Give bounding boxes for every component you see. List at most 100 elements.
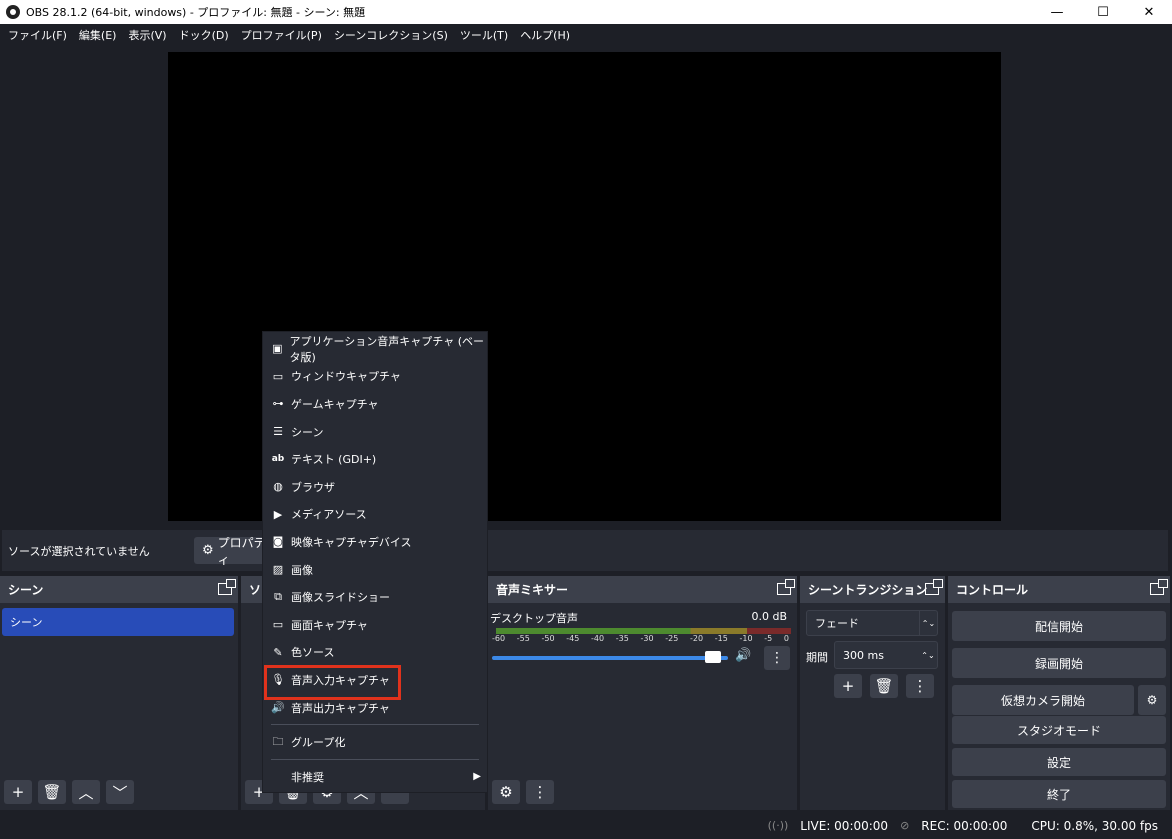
meter-tick: -50 — [541, 634, 555, 643]
duration-spinbox[interactable]: 300 ms ⌃⌄ — [834, 641, 938, 669]
slideshow-icon: ⧉ — [274, 590, 282, 604]
audio-channel-name: デスクトップ音声 — [490, 612, 578, 625]
app-audio-icon: ▣ — [272, 342, 283, 356]
remove-scene-button[interactable]: 🗑 — [38, 780, 66, 804]
minimize-button[interactable]: — — [1034, 0, 1080, 24]
menu-item-label: ゲームキャプチャ — [291, 397, 379, 411]
menu-item-browser[interactable]: ◍ ブラウザ — [263, 473, 487, 501]
mixer-more-button[interactable]: ⋮ — [526, 780, 554, 804]
audio-mixer-header: 音声ミキサー — [488, 576, 797, 603]
scene-list-item[interactable]: シーン — [2, 608, 234, 636]
scenes-dock: シーン シーン + 🗑 ︿ ﹀ — [0, 576, 238, 810]
sources-dock-title: ソ — [249, 583, 262, 597]
menu-separator — [271, 758, 479, 760]
meter-ticks: -60 -55 -50 -45 -40 -35 -30 -25 -20 -15 … — [488, 634, 793, 643]
transition-menu-button[interactable]: ⋮ — [906, 674, 934, 698]
menu-item-label: 音声入力キャプチャ — [291, 673, 390, 687]
exit-button[interactable]: 終了 — [952, 780, 1166, 808]
menu-item-app-audio-capture[interactable]: ▣ アプリケーション音声キャプチャ (ベータ版) — [263, 335, 487, 364]
menu-help[interactable]: ヘルプ(H) — [514, 27, 576, 43]
float-dock-icon[interactable] — [218, 579, 236, 595]
microphone-icon: 🎙 — [271, 673, 285, 687]
cpu-fps: CPU: 0.8%, 30.00 fps — [1031, 818, 1158, 833]
menu-item-label: テキスト (GDI+) — [291, 453, 377, 467]
gamepad-icon: ⊶ — [272, 397, 284, 411]
broadcast-icon: ((·)) — [767, 819, 789, 832]
trash-icon: 🗑 — [42, 783, 62, 801]
audio-channel-db: 0.0 dB — [751, 610, 787, 623]
move-scene-down-button[interactable]: ﹀ — [106, 780, 134, 804]
menu-item-media-source[interactable]: ▶ メディアソース — [263, 501, 487, 529]
meter-tick: -30 — [640, 634, 654, 643]
menu-tools[interactable]: ツール(T) — [454, 27, 514, 43]
mixer-menu-button[interactable]: ⋮ — [764, 646, 790, 670]
settings-button[interactable]: 設定 — [952, 748, 1166, 776]
remove-transition-button[interactable]: 🗑 — [870, 674, 898, 698]
add-transition-button[interactable]: + — [834, 674, 862, 698]
transition-select[interactable]: フェード ⌃⌄ — [806, 610, 938, 636]
menu-view[interactable]: 表示(V) — [122, 27, 172, 43]
scene-transitions-dock: シーントランジション フェード ⌃⌄ 期間 300 ms ⌃⌄ + 🗑 ⋮ — [800, 576, 945, 810]
status-bar: ((·)) LIVE: 00:00:00 ⊘ REC: 00:00:00 CPU… — [0, 812, 1172, 839]
more-vertical-icon: ⋮ — [770, 650, 784, 666]
menu-item-scene[interactable]: ☰ シーン — [263, 418, 487, 446]
mixer-toolbar: ⚙ ⋮ — [492, 780, 554, 804]
move-scene-up-button[interactable]: ︿ — [72, 780, 100, 804]
menu-file[interactable]: ファイル(F) — [2, 27, 73, 43]
menu-edit[interactable]: 編集(E) — [73, 27, 123, 43]
menu-item-image[interactable]: ▨ 画像 — [263, 556, 487, 584]
start-streaming-button[interactable]: 配信開始 — [952, 611, 1166, 641]
menu-item-deprecated[interactable]: 非推奨 ▶ — [263, 763, 487, 791]
maximize-button[interactable]: ☐ — [1080, 0, 1126, 24]
add-scene-button[interactable]: + — [4, 780, 32, 804]
menu-item-group[interactable]: 🗀 グループ化 — [263, 728, 487, 756]
virtual-cam-settings-button[interactable]: ⚙ — [1138, 685, 1166, 715]
menu-item-audio-output-capture[interactable]: 🔊 音声出力キャプチャ — [263, 694, 487, 722]
float-dock-icon[interactable] — [1150, 579, 1168, 595]
transition-select-value: フェード — [815, 617, 859, 630]
menu-separator — [271, 724, 479, 726]
start-recording-button[interactable]: 録画開始 — [952, 648, 1166, 678]
start-virtual-cam-button[interactable]: 仮想カメラ開始 — [952, 685, 1134, 715]
close-button[interactable]: ✕ — [1126, 0, 1172, 24]
source-context-bar: ソースが選択されていません ⚙ プロパティ — [2, 530, 1168, 571]
no-source-label: ソースが選択されていません — [8, 544, 150, 558]
gear-icon: ⚙ — [1146, 693, 1158, 707]
menu-dock[interactable]: ドック(D) — [173, 27, 235, 43]
meter-tick: -5 — [764, 634, 773, 643]
brush-icon: ✎ — [273, 645, 283, 659]
mixer-settings-button[interactable]: ⚙ — [492, 780, 520, 804]
text-icon: ab — [271, 454, 285, 465]
scene-item-label: シーン — [10, 616, 43, 629]
volume-slider-track[interactable] — [492, 656, 728, 660]
volume-slider-handle[interactable] — [705, 651, 721, 663]
float-dock-icon[interactable] — [925, 579, 943, 595]
menu-scene-collection[interactable]: シーンコレクション(S) — [328, 27, 454, 43]
menu-item-video-capture[interactable]: ◙ 映像キャプチャデバイス — [263, 528, 487, 556]
menu-item-audio-input-capture[interactable]: 🎙 音声入力キャプチャ — [263, 665, 487, 700]
meter-tick: -25 — [665, 634, 679, 643]
speaker-icon[interactable]: 🔊 — [735, 648, 751, 663]
meter-tick: -20 — [690, 634, 704, 643]
transitions-title: シーントランジション — [808, 583, 928, 597]
menu-item-window-capture[interactable]: ▭ ウィンドウキャプチャ — [263, 363, 487, 391]
list-icon: ☰ — [273, 425, 283, 439]
menu-item-label: 画像スライドショー — [291, 591, 390, 605]
add-source-menu: ▣ アプリケーション音声キャプチャ (ベータ版) ▭ ウィンドウキャプチャ ⊶ … — [262, 331, 488, 793]
transitions-header: シーントランジション — [800, 576, 945, 603]
menu-item-color-source[interactable]: ✎ 色ソース — [263, 639, 487, 667]
menu-item-display-capture[interactable]: ▭ 画面キャプチャ — [263, 611, 487, 639]
chevron-down-icon: ﹀ — [112, 783, 128, 802]
record-icon: ⊘ — [900, 819, 910, 832]
menu-item-image-slideshow[interactable]: ⧉ 画像スライドショー — [263, 583, 487, 611]
menu-item-game-capture[interactable]: ⊶ ゲームキャプチャ — [263, 390, 487, 418]
float-dock-icon[interactable] — [777, 579, 795, 595]
controls-title: コントロール — [956, 583, 1029, 597]
globe-icon: ◍ — [273, 480, 283, 494]
image-icon: ▨ — [272, 563, 284, 577]
studio-mode-button[interactable]: スタジオモード — [952, 716, 1166, 744]
menu-item-text-gdi[interactable]: ab テキスト (GDI+) — [263, 445, 487, 473]
scenes-dock-title: シーン — [8, 583, 44, 597]
menu-profile[interactable]: プロファイル(P) — [235, 27, 328, 43]
submenu-arrow-icon: ▶ — [473, 771, 481, 783]
